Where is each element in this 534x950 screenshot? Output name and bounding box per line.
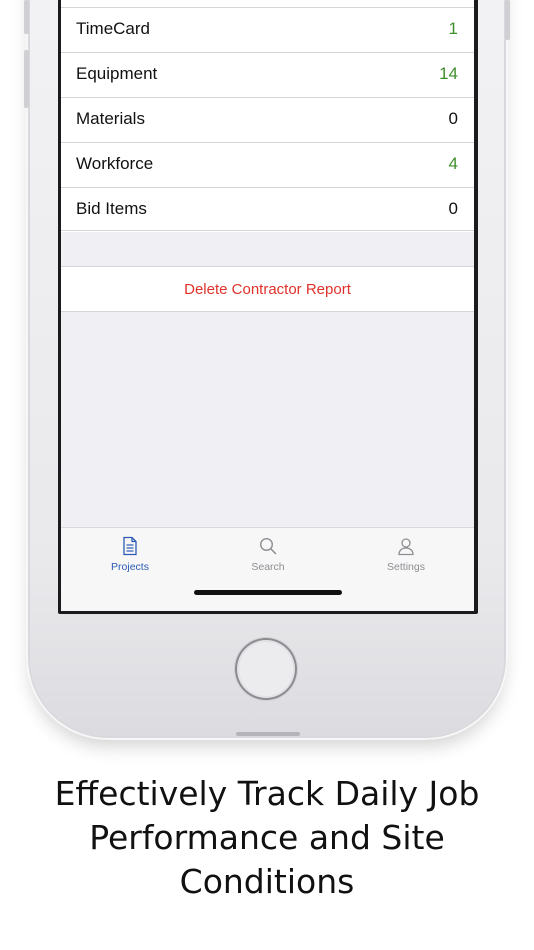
report-table: TimeCard 1 Equipment 14 Materials 0 Work… [61,0,474,232]
tab-label: Search [251,561,285,573]
row-count: 14 [439,64,458,83]
volume-button [24,50,29,108]
row-label: Equipment [76,64,158,83]
tab-search[interactable]: Search [199,536,337,573]
phone-speaker-edge [236,732,300,736]
person-icon [337,536,474,560]
app-screen: TimeCard 1 Equipment 14 Materials 0 Work… [61,0,474,611]
power-button [505,0,510,40]
table-row-timecard[interactable]: TimeCard 1 [61,8,474,53]
delete-report-button[interactable]: Delete Contractor Report [61,266,474,312]
caption-line: Effectively Track Daily Job [54,774,480,813]
row-label: Materials [76,109,145,128]
table-row-partial [61,0,474,8]
home-indicator[interactable] [194,590,342,595]
delete-report-label: Delete Contractor Report [184,280,351,298]
tab-settings[interactable]: Settings [337,536,474,573]
home-button[interactable] [235,638,297,700]
caption-line: Conditions [179,862,355,901]
table-row-equipment[interactable]: Equipment 14 [61,53,474,98]
table-row-bid-items[interactable]: Bid Items 0 [61,188,474,232]
search-icon [199,536,337,560]
row-count: 4 [448,154,458,173]
volume-button [24,0,29,34]
table-row-materials[interactable]: Materials 0 [61,98,474,143]
marketing-caption: Effectively Track Daily Job Performance … [0,772,534,904]
row-count: 0 [448,109,458,128]
tab-label: Settings [387,561,425,573]
row-count: 0 [448,199,458,218]
row-label: Bid Items [76,199,147,218]
tab-label: Projects [111,561,149,573]
row-label: TimeCard [76,19,150,38]
caption-line: Performance and Site [89,818,445,857]
tab-projects[interactable]: Projects [61,536,199,573]
table-row-workforce[interactable]: Workforce 4 [61,143,474,188]
row-count: 1 [448,19,458,38]
document-icon [61,536,199,560]
row-label: Workforce [76,154,154,173]
table-divider [61,230,474,231]
tab-bar: Projects Search Settings [61,527,474,611]
